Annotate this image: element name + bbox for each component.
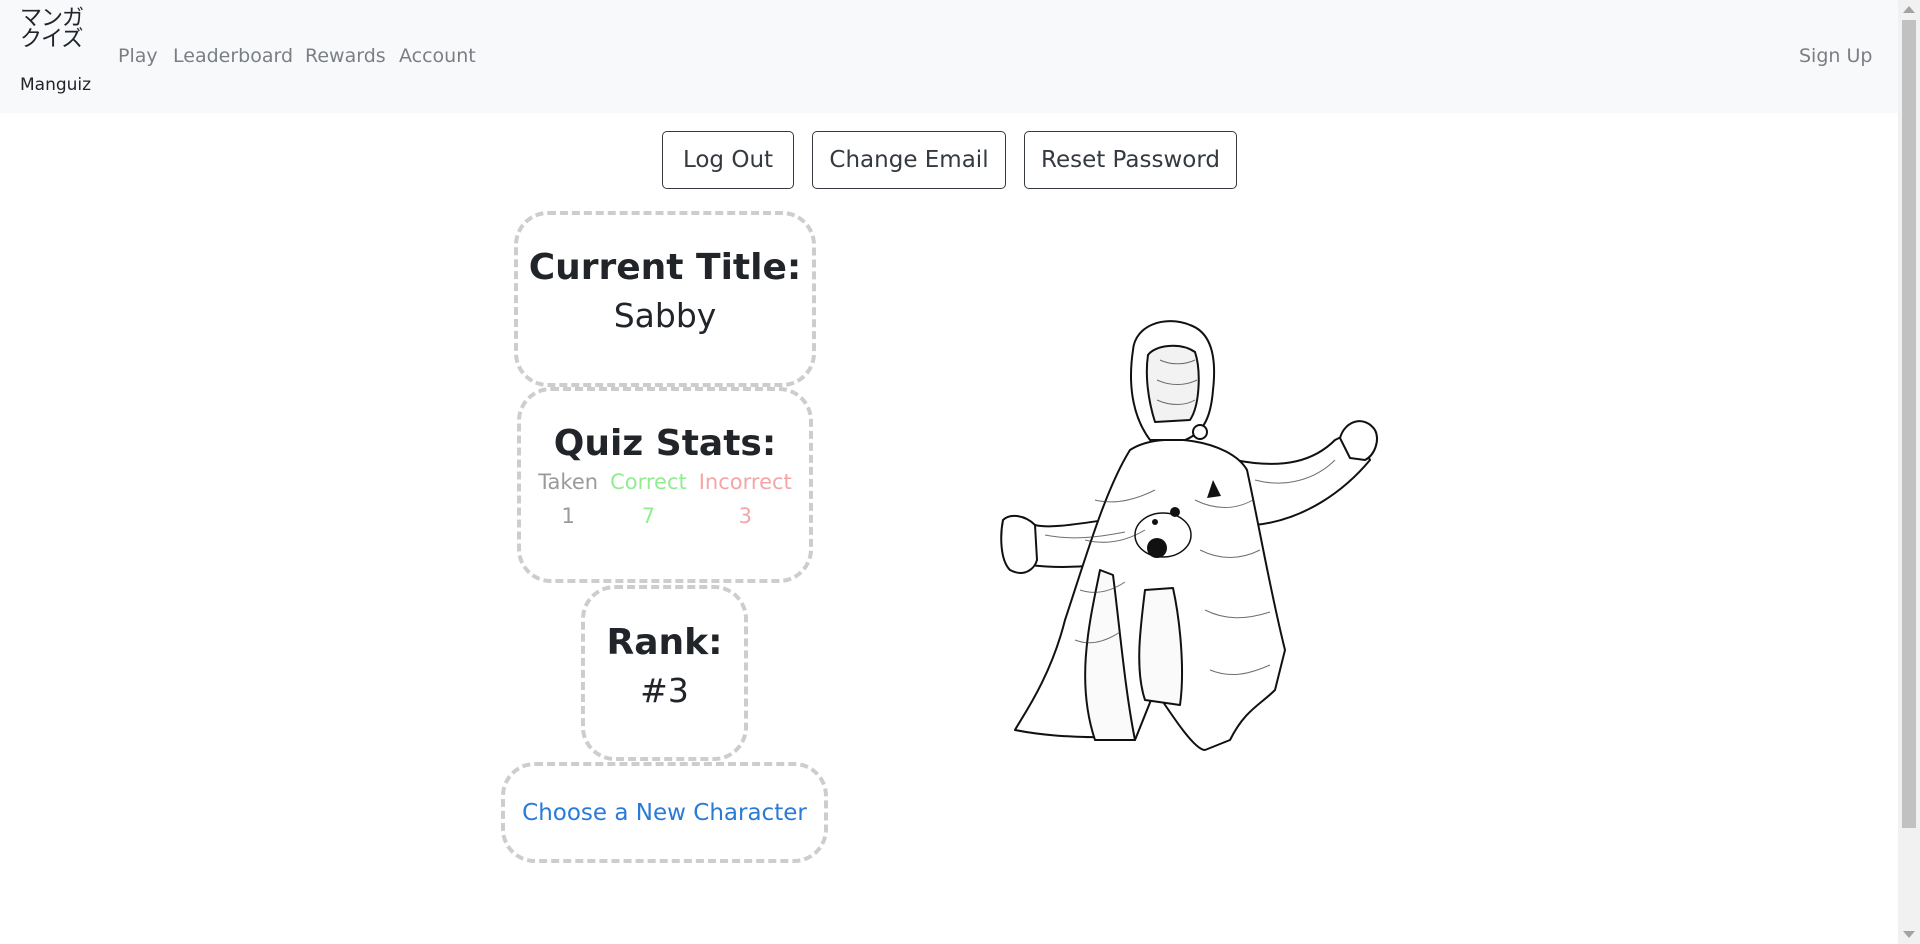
brand-name: Manguiz xyxy=(20,75,92,95)
rank-heading: Rank: xyxy=(606,622,723,663)
brand-japanese-line2: クイズ xyxy=(20,27,83,52)
stat-taken-value: 1 xyxy=(561,504,575,528)
brand-japanese-line1: マンガ xyxy=(20,6,84,31)
reset-password-button[interactable]: Reset Password xyxy=(1024,131,1237,189)
page-scrollbar[interactable] xyxy=(1898,0,1920,944)
brand-logo[interactable]: マンガ クイズ Manguiz xyxy=(20,6,92,96)
scroll-up-arrow-icon[interactable] xyxy=(1903,6,1915,13)
brand-japanese: マンガ クイズ xyxy=(20,6,90,52)
stat-taken-label: Taken xyxy=(538,470,599,494)
nav-link-account[interactable]: Account xyxy=(399,45,476,67)
scroll-down-arrow-icon[interactable] xyxy=(1903,931,1915,938)
rank-value: #3 xyxy=(640,671,689,710)
stat-correct-label: Correct xyxy=(610,470,687,494)
quiz-stats-card: Quiz Stats: Taken 1 Correct 7 Incorrect … xyxy=(517,387,813,583)
choose-character-card: Choose a New Character xyxy=(501,762,828,863)
current-title-heading: Current Title: xyxy=(528,247,802,288)
navbar: マンガ クイズ Manguiz Play Leaderboard Rewards… xyxy=(0,0,1898,113)
current-title-value: Sabby xyxy=(613,296,717,335)
hooded-character-illustration-icon xyxy=(1000,320,1378,751)
quiz-stats-row: Taken 1 Correct 7 Incorrect 3 xyxy=(521,470,809,528)
log-out-button[interactable]: Log Out xyxy=(662,131,794,189)
stat-incorrect: Incorrect 3 xyxy=(699,470,792,528)
nav-link-play[interactable]: Play xyxy=(118,45,158,67)
current-title-card: Current Title: Sabby xyxy=(514,211,816,387)
stat-incorrect-value: 3 xyxy=(738,504,752,528)
scrollbar-thumb[interactable] xyxy=(1902,20,1916,828)
stat-incorrect-label: Incorrect xyxy=(698,470,792,494)
choose-character-link[interactable]: Choose a New Character xyxy=(522,800,807,826)
nav-link-rewards[interactable]: Rewards xyxy=(305,45,386,67)
nav-link-leaderboard[interactable]: Leaderboard xyxy=(173,45,293,67)
stat-correct-value: 7 xyxy=(641,504,656,528)
quiz-stats-heading: Quiz Stats: xyxy=(553,423,777,464)
rank-card: Rank: #3 xyxy=(581,585,748,761)
nav-link-sign-up[interactable]: Sign Up xyxy=(1799,45,1872,67)
stat-taken: Taken 1 xyxy=(538,470,598,528)
stat-correct: Correct 7 xyxy=(610,470,687,528)
change-email-button[interactable]: Change Email xyxy=(812,131,1006,189)
